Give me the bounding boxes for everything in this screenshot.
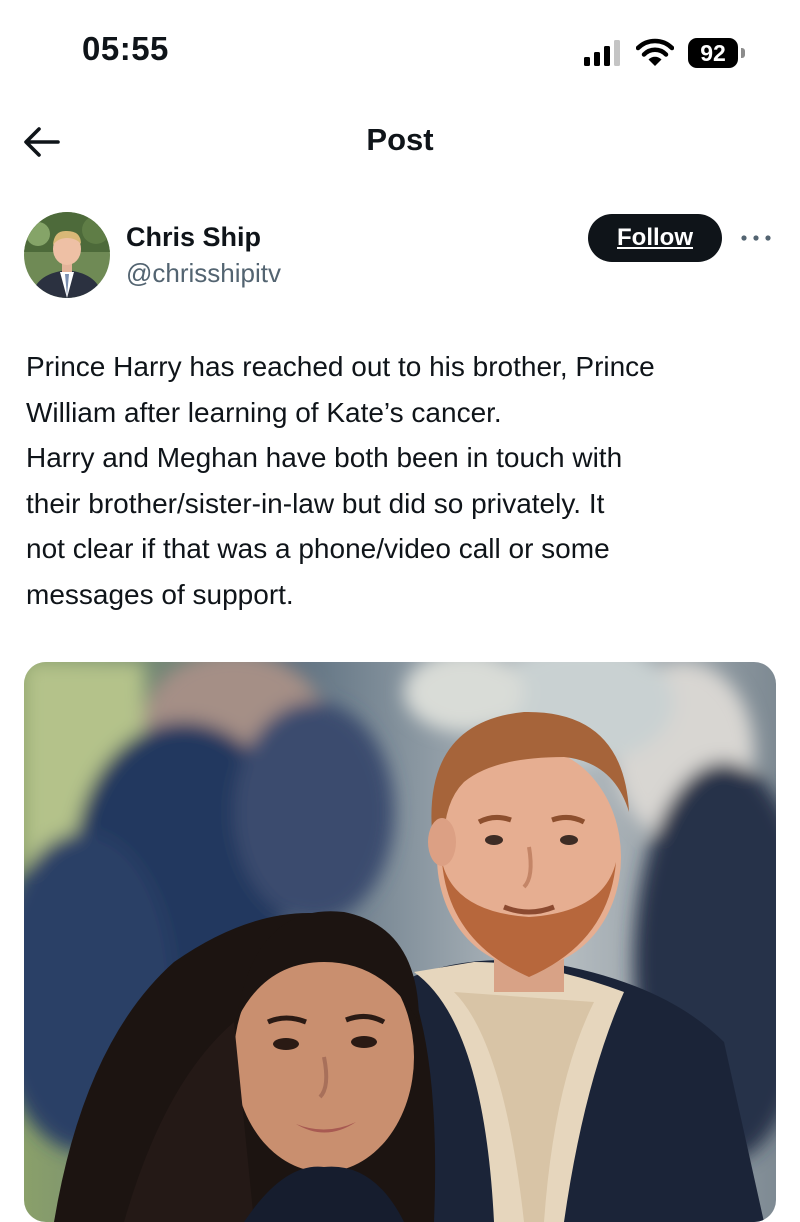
page-title: Post — [366, 122, 434, 157]
battery-level: 92 — [688, 38, 738, 68]
post-photo — [24, 662, 776, 1222]
post-text-line: Harry and Meghan have both been in touch… — [26, 442, 623, 473]
status-time: 05:55 — [82, 30, 169, 67]
post-text-line: not clear if that was a phone/video call… — [26, 533, 610, 564]
more-icon[interactable] — [738, 224, 774, 252]
avatar[interactable] — [24, 212, 110, 298]
post-text-line: their brother/sister-in-law but did so p… — [26, 487, 605, 519]
follow-button[interactable]: Follow — [588, 214, 722, 262]
post-text-line: messages of support. — [26, 578, 294, 610]
post-text-line: William after learning of Kate’s cancer. — [26, 396, 502, 428]
status-bar: 05:55 92 — [0, 0, 800, 100]
post-text: Prince Harry has reached out to his brot… — [26, 344, 778, 617]
post-text-line: Prince Harry has reached out to his brot… — [26, 351, 655, 382]
post-image[interactable] — [24, 662, 776, 1222]
battery-tip — [741, 48, 745, 58]
avatar-image — [24, 212, 110, 298]
signal-icon — [584, 40, 620, 66]
wifi-icon — [636, 38, 674, 66]
author-handle[interactable]: @chrisshipitv — [126, 258, 281, 289]
author-name[interactable]: Chris Ship — [126, 222, 261, 253]
battery-icon: 92 — [688, 38, 748, 68]
author-row: Chris Ship @chrisshipitv Follow — [0, 200, 800, 310]
nav-header: Post — [0, 100, 800, 184]
